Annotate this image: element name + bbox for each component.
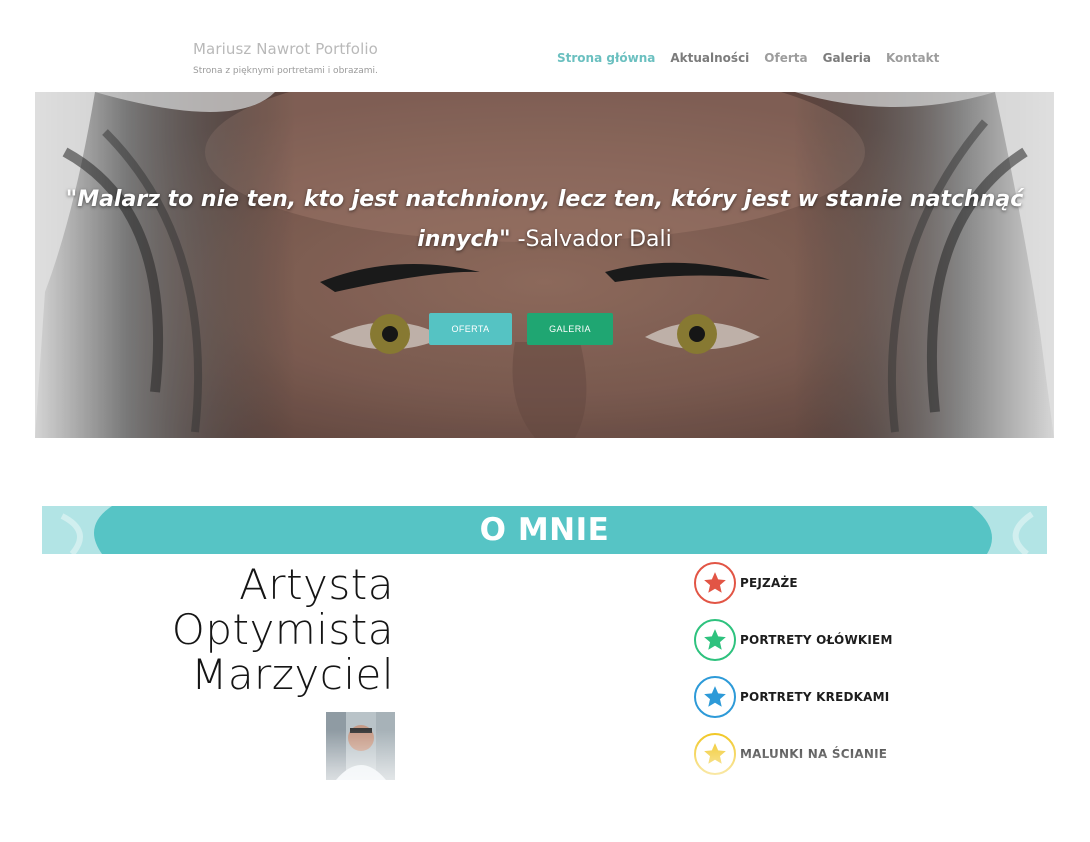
skill-item-portrety-olowkiem: PORTRETY OŁÓWKIEM (694, 619, 954, 661)
skill-label: PORTRETY KREDKAMI (740, 690, 890, 704)
page: Mariusz Nawrot Portfolio Strona z piękny… (0, 0, 1090, 842)
skill-item-portrety-kredkami: PORTRETY KREDKAMI (694, 676, 954, 718)
site-tagline: Strona z pięknymi portretami i obrazami. (193, 66, 378, 76)
artist-photo (326, 712, 395, 780)
star-icon (694, 676, 736, 718)
star-icon (694, 733, 736, 775)
site-title[interactable]: Mariusz Nawrot Portfolio (193, 40, 378, 58)
skill-item-pejzaze: PEJZAŻE (694, 562, 954, 604)
word-marzyciel: Marzyciel (191, 650, 394, 699)
nav-item-oferta[interactable]: Oferta (764, 51, 807, 65)
skill-item-malunki-na-scianie: MALUNKI NA ŚCIANIE (694, 733, 954, 775)
site-header: Mariusz Nawrot Portfolio Strona z piękny… (0, 0, 1090, 92)
hero-quote-author: -Salvador Dali (510, 227, 672, 252)
oferta-button[interactable]: OFERTA (429, 313, 512, 345)
hero-painting-image (35, 92, 1054, 438)
nav-item-kontakt[interactable]: Kontakt (886, 51, 939, 65)
skill-label: PORTRETY OŁÓWKIEM (740, 633, 893, 647)
nav-item-aktualnosci[interactable]: Aktualności (670, 51, 749, 65)
star-icon (694, 619, 736, 661)
about-title: O MNIE (479, 512, 610, 548)
word-artysta: Artysta (239, 560, 394, 609)
skill-label: MALUNKI NA ŚCIANIE (740, 747, 888, 761)
word-optymista: Optymista (171, 605, 394, 654)
nav-item-strona-glowna[interactable]: Strona główna (557, 51, 655, 65)
skill-label: PEJZAŻE (740, 576, 798, 590)
nav-item-galeria[interactable]: Galeria (823, 51, 871, 65)
main-nav: Strona główna Aktualności Oferta Galeria… (557, 51, 939, 65)
about-section-header: O MNIE (42, 506, 1047, 554)
hero-banner: "Malarz to nie ten, kto jest natchniony,… (35, 92, 1054, 438)
hero-quote: "Malarz to nie ten, kto jest natchniony,… (35, 180, 1054, 260)
about-words: Artysta Optymista Marzyciel (172, 562, 394, 697)
star-icon (694, 562, 736, 604)
galeria-button[interactable]: GALERIA (527, 313, 613, 345)
